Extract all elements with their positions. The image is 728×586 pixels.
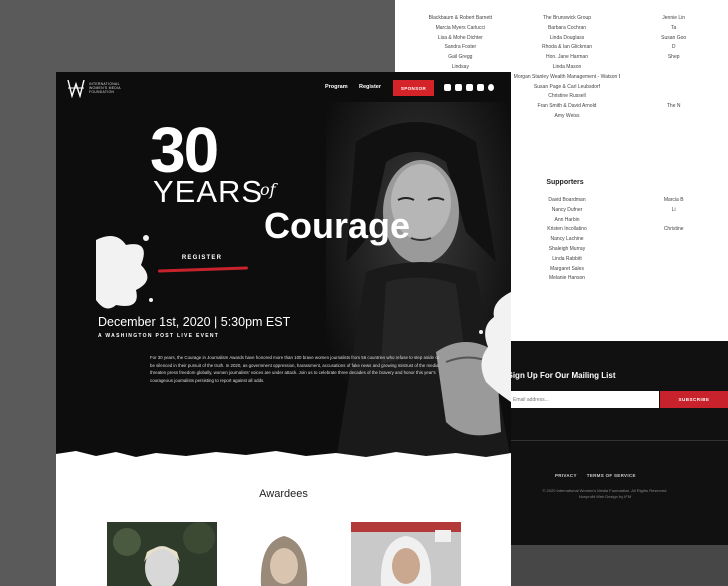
awardee-photo-1[interactable] [107,522,217,586]
flickr-icon[interactable] [488,84,494,91]
supporter-name: Li [671,206,676,213]
supporter-name: Shaleigh Murray [548,245,586,252]
awardee-photo-3[interactable] [351,522,461,586]
sponsor-name: Barbara Cochran [547,24,587,31]
sponsor-name: Lisa & Mohe Dichter [437,34,483,41]
top-nav: INTERNATIONAL WOMEN'S MEDIA FOUNDATION P… [56,72,511,104]
supporter-name: Linda Rabbitt [552,255,582,262]
sponsor-name: D [671,44,676,51]
sponsor-name [620,112,727,122]
sponsor-name: The N [666,103,681,110]
hero-years: YEARS [153,174,264,209]
hero-courage: Courage [264,205,411,246]
sponsor-row: Marcia Myers Carlucci Barbara Cochran Ta [407,24,727,34]
sponsor-name: Susan Page & Carl Leubsdorf [533,83,601,90]
email-input[interactable] [509,391,659,408]
youtube-icon[interactable] [477,84,484,91]
supporter-name [620,255,727,265]
sponsor-name: Fran Smith & David Arnold [537,103,597,110]
register-underline [157,266,249,273]
privacy-link[interactable]: PRIVACY [555,473,577,478]
sponsor-name: Amy Weiss [554,112,580,119]
facebook-icon[interactable] [444,84,451,91]
supporter-name [620,235,727,245]
twitter-icon[interactable] [455,84,462,91]
sponsor-name: Shep [667,54,680,61]
sponsor-name [620,63,727,73]
subscribe-button[interactable]: SUBSCRIBE [660,391,728,408]
supporter-name: Melanie Hanson [548,275,586,282]
nav-register[interactable]: Register [359,84,381,90]
iwmf-logo-mark [67,79,85,98]
sponsor-name: Linda Mason [552,63,582,70]
sponsor-row: Gail Gregg Hon. Jane Harman Shep [407,53,727,63]
sponsor-name [620,73,727,83]
supporter-name: David Boardman [548,197,586,203]
social-links [444,84,494,91]
awardees-heading: Awardees [259,488,308,500]
front-page: INTERNATIONAL WOMEN'S MEDIA FOUNDATION P… [56,72,511,586]
sponsor-name: Blackbaum & Robert Barnett [428,15,493,21]
instagram-icon[interactable] [466,84,473,91]
sponsor-name [620,83,727,93]
sponsor-name: Morgan Stanley Wealth Management - Watso… [513,73,621,80]
footer-links: PRIVACY TERMS OF SERVICE [555,473,636,478]
sponsor-name: Gail Gregg [448,54,473,61]
hero-of: of [260,180,276,199]
hero-number: 30 [150,114,219,186]
supporter-name [620,245,727,255]
supporter-name: Margaret Sales [550,265,584,272]
sponsor-row: Blackbaum & Robert Barnett The Brunswick … [407,14,727,24]
sponsor-name: Sandra Foster [444,44,477,51]
event-date: December 1st, 2020 | 5:30pm EST [98,315,291,329]
supporter-name: Marcia B [663,197,684,203]
supporter-name [620,274,727,284]
sponsor-name: Christine Russell [548,93,586,100]
portrait-image [326,102,511,460]
copyright-text: © 2020 International Women's Media Found… [542,488,668,499]
sponsor-name: Marcia Myers Carlucci [435,24,486,31]
paint-splat-right [479,292,511,402]
sponsor-row: Sandra Foster Rhoda & Ian Glickman D [407,43,727,53]
sponsor-name: Susan Goo [661,34,687,41]
supporter-name: Nancy Lachine [550,236,584,243]
supporter-name: Ann Harbin [554,216,580,223]
sponsor-button[interactable]: SPONSOR [393,80,434,96]
event-host: A WASHINGTON POST LIVE EVENT [98,333,220,339]
supporters-heading: Supporters [546,179,584,186]
supporter-name: Nancy Dufner [551,206,583,213]
hero-register-button[interactable]: REGISTER [150,255,254,261]
hero-section: INTERNATIONAL WOMEN'S MEDIA FOUNDATION P… [56,72,511,460]
sponsor-name: Jennie Lin [662,15,686,21]
sponsor-name: Rhoda & Ian Glickman [541,44,593,51]
sponsor-name [620,92,727,102]
footer-divider [505,440,728,441]
awardee-photo-2[interactable] [229,522,339,586]
event-description: For 30 years, the Courage in Journalism … [150,355,440,383]
supporter-name [620,216,727,226]
sponsor-name: The Brunswick Group [542,15,592,21]
supporter-name [620,265,727,275]
sponsor-name: Ta [671,24,677,31]
iwmf-logo[interactable]: INTERNATIONAL WOMEN'S MEDIA FOUNDATION [67,78,135,98]
supporter-name: Christine [663,226,684,233]
sponsor-name: Linda Douglass [549,34,585,41]
sponsor-row: Lisa & Mohe Dichter Linda Douglass Susan G… [407,34,727,44]
torn-edge [56,451,511,460]
terms-link[interactable]: TERMS OF SERVICE [587,473,636,478]
supporter-name: Kristen Incollatino [547,226,587,233]
backdrop-bottom-right [511,545,728,586]
nav-program[interactable]: Program [325,84,348,90]
logo-text: INTERNATIONAL WOMEN'S MEDIA FOUNDATION [89,82,121,94]
paint-splat-left [96,235,153,309]
sponsor-name: Hon. Jane Harman [546,54,588,61]
